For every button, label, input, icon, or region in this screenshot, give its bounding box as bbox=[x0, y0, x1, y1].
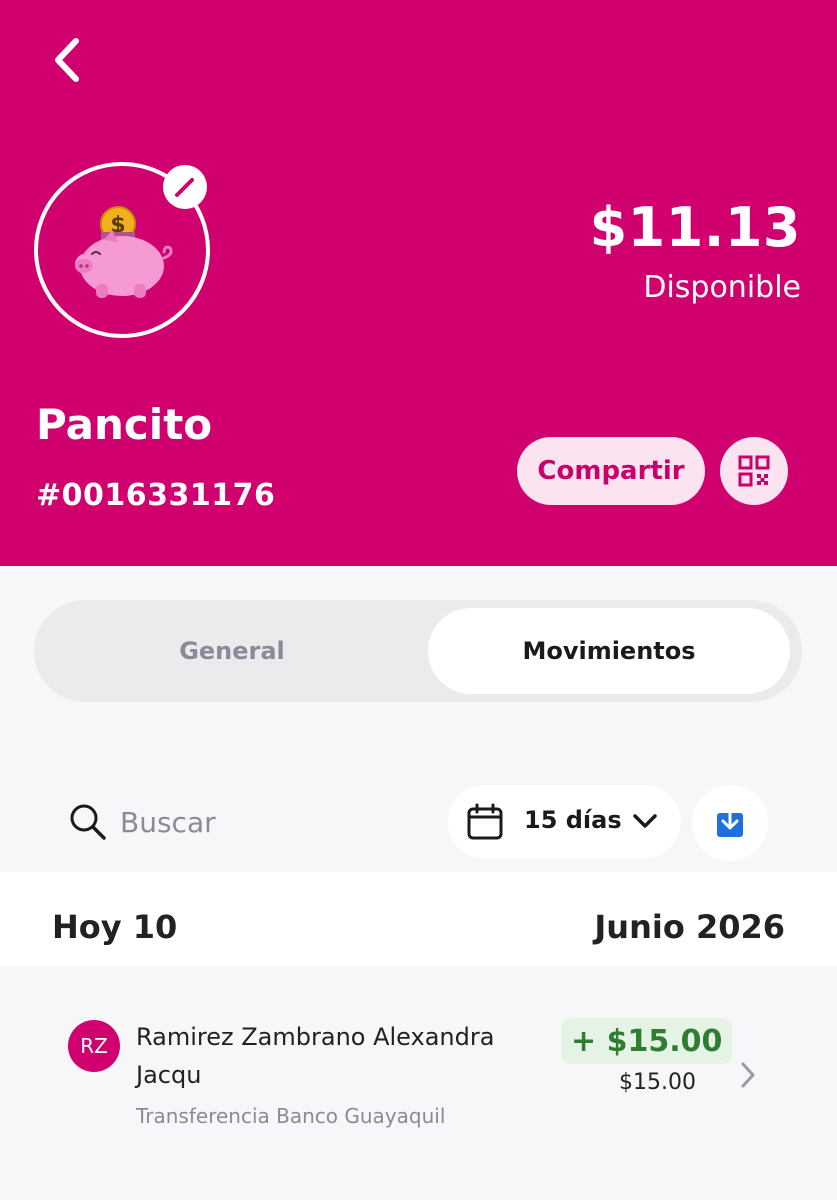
balance-label: Disponible bbox=[643, 270, 801, 305]
chevron-down-icon bbox=[633, 814, 657, 828]
pencil-icon bbox=[175, 178, 194, 197]
chevron-right-icon bbox=[741, 1062, 755, 1088]
date-range-label: 15 días bbox=[524, 806, 622, 834]
chevron-left-icon bbox=[55, 38, 79, 82]
edit-avatar-button[interactable] bbox=[163, 165, 207, 209]
tab-movimientos[interactable]: Movimientos bbox=[428, 608, 790, 694]
piggy-number: #0016331176 bbox=[36, 478, 276, 513]
date-month-label: Junio 2026 bbox=[594, 908, 785, 946]
tab-bar: General Movimientos bbox=[34, 600, 802, 702]
share-button[interactable]: Compartir bbox=[517, 437, 705, 505]
search-input[interactable] bbox=[120, 798, 420, 846]
date-group-header: Hoy 10 Junio 2026 bbox=[0, 872, 837, 966]
piggy-name: Pancito bbox=[36, 400, 213, 449]
transaction-amount: + $15.00 bbox=[561, 1018, 733, 1064]
download-icon bbox=[717, 807, 743, 837]
back-button[interactable] bbox=[40, 34, 92, 86]
transaction-row[interactable]: RZ Ramirez Zambrano Alexandra Jacqu Tran… bbox=[34, 984, 802, 1170]
transaction-amount-sub: $15.00 bbox=[619, 1070, 696, 1095]
piggy-bank-icon: $ bbox=[75, 206, 173, 298]
transaction-name: Ramirez Zambrano Alexandra Jacqu bbox=[136, 1023, 495, 1089]
qr-code-icon bbox=[738, 455, 770, 487]
download-button[interactable] bbox=[692, 785, 768, 861]
balance-amount: $11.13 bbox=[589, 196, 801, 259]
account-header: $ $11.13 Disponible Pancito #0016331176 … bbox=[0, 0, 837, 566]
transaction-description: Transferencia Banco Guayaquil bbox=[136, 1104, 446, 1128]
tab-general[interactable]: General bbox=[42, 608, 422, 694]
calendar-icon bbox=[467, 803, 503, 840]
date-day-label: Hoy 10 bbox=[52, 908, 178, 946]
qr-button[interactable] bbox=[720, 437, 788, 505]
search-icon bbox=[70, 804, 106, 840]
date-range-dropdown[interactable]: 15 días bbox=[448, 785, 681, 859]
transaction-avatar: RZ bbox=[68, 1020, 120, 1072]
